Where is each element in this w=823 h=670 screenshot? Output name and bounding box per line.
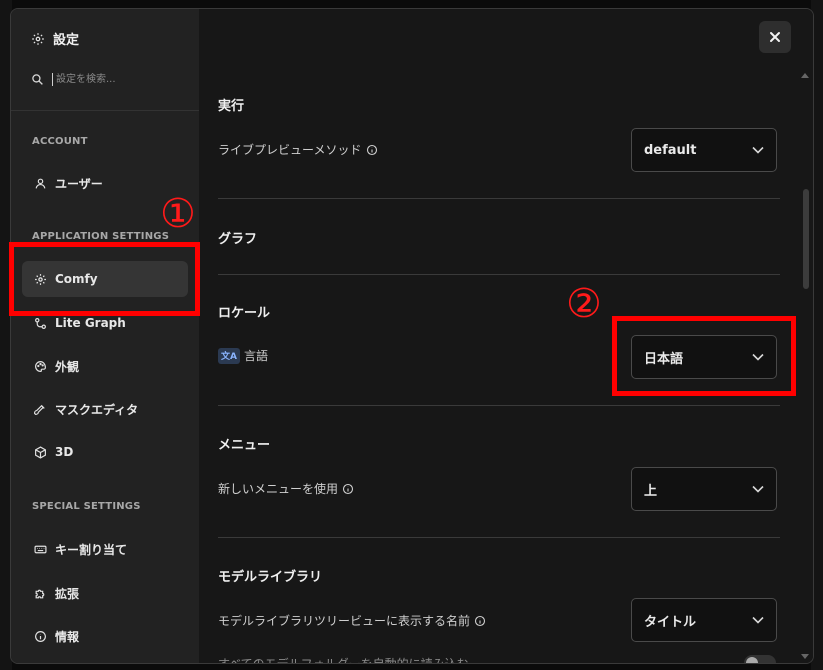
setting-label-text: ライブプレビューメソッド [218, 143, 362, 157]
chevron-down-icon [752, 616, 764, 624]
group-divider [218, 405, 780, 406]
translate-icon: 文A [218, 347, 240, 364]
group-title-menu: メニュー [218, 438, 271, 453]
brush-icon [34, 404, 45, 415]
gear-icon [32, 32, 44, 45]
search-input[interactable] [52, 73, 178, 86]
group-title-graph: グラフ [218, 232, 258, 247]
setting-label-new-menu: 新しいメニューを使用 [218, 480, 354, 497]
setting-label-text: モデルライブラリツリービューに表示する名前 [218, 614, 471, 628]
chevron-down-icon [752, 485, 764, 493]
sidebar-title-text: 設定 [53, 33, 80, 48]
user-icon [35, 178, 46, 189]
cube-icon [35, 445, 46, 459]
scroll-up-arrow[interactable] [801, 73, 809, 78]
section-account: ACCOUNT [32, 136, 88, 147]
palette-icon [35, 360, 46, 372]
puzzle-icon [35, 589, 45, 598]
select-value: default [644, 142, 697, 158]
group-title-execution: 実行 [218, 99, 245, 114]
group-title-model-library: モデルライブラリ [218, 570, 323, 585]
group-divider [218, 537, 780, 538]
setting-label-language: 文A 言語 [218, 347, 268, 364]
info-icon [35, 630, 46, 642]
highlight-box-comfy [9, 242, 200, 316]
section-special: SPECIAL SETTINGS [32, 501, 141, 512]
scroll-down-arrow[interactable] [801, 654, 809, 659]
sidebar-item-label: ユーザー [55, 176, 103, 191]
select-value: 上 [644, 483, 658, 499]
section-application: APPLICATION SETTINGS [32, 231, 170, 242]
close-button[interactable] [759, 21, 791, 53]
info-icon[interactable] [366, 144, 378, 156]
annotation-marker-2: ② [566, 281, 602, 327]
sidebar-item-keybinding[interactable]: キー割り当て [22, 531, 188, 567]
sidebar-item-extensions[interactable]: 拡張 [22, 575, 188, 611]
chevron-down-icon [752, 146, 764, 154]
autoload-toggle[interactable] [744, 655, 776, 663]
sidebar-item-label: キー割り当て [55, 542, 128, 557]
scrollbar-thumb[interactable] [803, 189, 809, 289]
sidebar-item-label: 外観 [55, 359, 80, 374]
setting-label-text: すべてのモデルフォルダーを自動的に読み込む [218, 657, 469, 664]
sidebar-item-label: 情報 [55, 629, 80, 644]
search-icon [32, 74, 43, 85]
sidebar-item-3d[interactable]: 3D [22, 434, 188, 470]
sidebar-divider [11, 110, 199, 111]
info-icon[interactable] [342, 483, 354, 495]
sidebar-item-about[interactable]: 情報 [22, 618, 188, 654]
group-divider [218, 274, 780, 275]
keyboard-icon [34, 545, 47, 553]
group-title-locale: ロケール [218, 306, 271, 321]
sidebar-item-label: 3D [55, 445, 74, 459]
settings-sidebar: 設定 ACCOUNT ユーザー APPLICATION SETTINGS Com… [11, 9, 199, 663]
preview-method-select[interactable]: default [631, 128, 777, 172]
setting-label-text: 言語 [244, 349, 269, 363]
model-name-select[interactable]: タイトル [631, 598, 777, 642]
setting-label-preview-method: ライブプレビューメソッド [218, 141, 378, 158]
group-divider [218, 198, 780, 199]
sidebar-title: 設定 [31, 29, 79, 48]
sidebar-item-label: 拡張 [55, 586, 80, 601]
annotation-marker-1: ① [160, 191, 196, 237]
info-icon[interactable] [474, 615, 486, 627]
new-menu-select[interactable]: 上 [631, 467, 777, 511]
graph-nodes-icon [35, 317, 46, 329]
close-icon [770, 32, 780, 42]
sidebar-item-label: マスクエディタ [55, 402, 139, 417]
search-box[interactable] [31, 73, 178, 86]
select-value: タイトル [644, 614, 697, 630]
sidebar-item-label: Lite Graph [55, 316, 126, 330]
highlight-box-language [612, 316, 796, 396]
setting-label-model-name: モデルライブラリツリービューに表示する名前 [218, 612, 486, 629]
sidebar-item-appearance[interactable]: 外観 [22, 348, 188, 384]
toggle-knob [746, 657, 758, 663]
setting-label-autoload: すべてのモデルフォルダーを自動的に読み込む [218, 655, 469, 664]
sidebar-item-mask-editor[interactable]: マスクエディタ [22, 391, 188, 427]
setting-label-text: 新しいメニューを使用 [218, 482, 339, 496]
